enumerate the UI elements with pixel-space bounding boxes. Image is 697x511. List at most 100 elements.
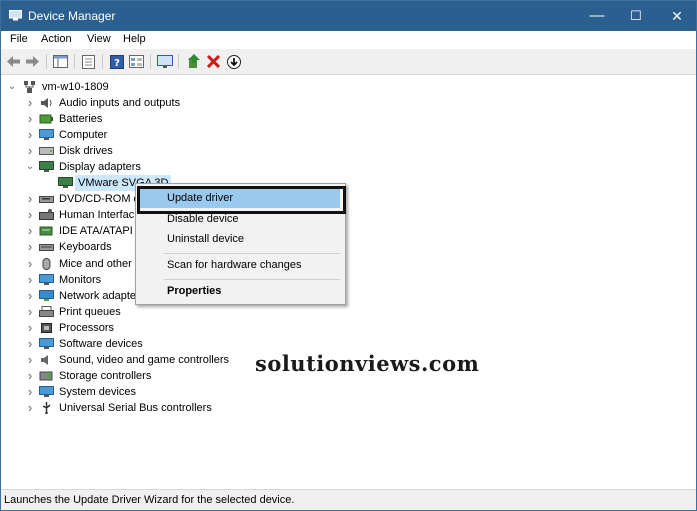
chevron-down-icon[interactable]: ⌄ <box>25 159 35 175</box>
tree-node-label: Print queues <box>59 306 121 318</box>
help-icon[interactable]: ? <box>108 53 125 70</box>
computer-icon <box>39 129 54 140</box>
toolbar: ? <box>1 49 696 75</box>
menu-separator <box>164 253 340 254</box>
tree-node[interactable]: › System devices <box>25 384 445 400</box>
display-adapter-icon <box>39 161 54 172</box>
maximize-button[interactable]: ☐ <box>613 1 659 31</box>
device-manager-app-icon <box>9 10 22 21</box>
menu-disable-device[interactable]: Disable device <box>139 209 340 229</box>
tree-root[interactable]: ⌄ vm-w10-1809 <box>7 79 207 95</box>
computer-network-icon <box>24 81 35 93</box>
device-manager-window: Device Manager — ☐ ✕ File Action View He… <box>0 0 697 511</box>
chevron-right-icon[interactable]: › <box>25 95 35 111</box>
tree-node-label: Network adapte <box>59 290 137 302</box>
chevron-right-icon[interactable]: › <box>25 272 35 288</box>
menu-file[interactable]: File <box>10 33 28 45</box>
properties-sheet-icon[interactable] <box>80 53 97 70</box>
chevron-right-icon[interactable]: › <box>25 352 35 368</box>
menu-bar: File Action View Help <box>1 31 696 49</box>
menu-scan-hardware[interactable]: Scan for hardware changes <box>139 255 340 275</box>
keyboard-hid-icon <box>39 209 54 220</box>
chevron-right-icon[interactable]: › <box>25 320 35 336</box>
chevron-right-icon[interactable]: › <box>25 191 35 207</box>
chevron-right-icon[interactable]: › <box>25 207 35 223</box>
menu-action[interactable]: Action <box>41 33 72 45</box>
forward-arrow-icon[interactable] <box>24 53 41 70</box>
keyboard-icon <box>39 244 54 251</box>
tree-node[interactable]: › Disk drives <box>25 143 445 159</box>
ide-controller-icon <box>39 226 53 236</box>
monitor-icon <box>39 274 54 285</box>
tree-node[interactable]: › Audio inputs and outputs <box>25 95 445 111</box>
back-arrow-icon[interactable] <box>5 53 22 70</box>
chevron-right-icon[interactable]: › <box>25 368 35 384</box>
menu-scan-hardware-label: Scan for hardware changes <box>167 259 302 271</box>
view-details-icon[interactable] <box>128 53 145 70</box>
tree-node-label: Storage controllers <box>59 370 152 382</box>
menu-uninstall-device-label: Uninstall device <box>167 233 245 245</box>
printer-icon <box>39 306 54 317</box>
status-text: Launches the Update Driver Wizard for th… <box>4 494 295 506</box>
menu-help[interactable]: Help <box>123 33 146 45</box>
tree-node[interactable]: › Universal Serial Bus controllers <box>25 400 445 416</box>
tree-node-label: Software devices <box>59 338 143 350</box>
menu-disable-device-label: Disable device <box>167 213 239 225</box>
software-device-icon <box>39 338 54 349</box>
close-button[interactable]: ✕ <box>654 1 696 31</box>
tree-node[interactable]: ⌄ Display adapters <box>25 159 445 175</box>
tree-node-label: System devices <box>59 386 137 398</box>
tree-node-label: Disk drives <box>59 145 113 157</box>
tree-node[interactable]: › Processors <box>25 320 445 336</box>
title-bar[interactable]: Device Manager — ☐ ✕ <box>1 1 696 31</box>
scan-hardware-monitor-icon[interactable] <box>156 53 173 70</box>
tree-root-label: vm-w10-1809 <box>42 81 109 93</box>
show-hide-console-tree-icon[interactable] <box>52 53 69 70</box>
window-title: Device Manager <box>28 9 116 23</box>
tree-node-label: IDE ATA/ATAPI c <box>59 225 142 237</box>
status-bar: Launches the Update Driver Wizard for th… <box>1 489 696 510</box>
chevron-right-icon[interactable]: › <box>25 111 35 127</box>
chevron-right-icon[interactable]: › <box>25 288 35 304</box>
dvd-drive-icon <box>39 196 54 203</box>
chevron-right-icon[interactable]: › <box>25 256 35 272</box>
menu-update-driver[interactable]: Update driver <box>137 186 346 214</box>
tree-node-label: Audio inputs and outputs <box>59 97 181 109</box>
chevron-down-icon[interactable]: ⌄ <box>7 79 17 95</box>
tree-node-label: Universal Serial Bus controllers <box>59 402 212 414</box>
chevron-right-icon[interactable]: › <box>25 304 35 320</box>
tree-node-label: Sound, video and game controllers <box>59 354 229 366</box>
chevron-right-icon[interactable]: › <box>25 239 35 255</box>
chevron-right-icon[interactable]: › <box>25 127 35 143</box>
menu-properties-label: Properties <box>167 285 222 297</box>
chevron-right-icon[interactable]: › <box>25 336 35 352</box>
tree-node[interactable]: › Computer <box>25 127 445 143</box>
chevron-right-icon[interactable]: › <box>25 223 35 239</box>
menu-view[interactable]: View <box>87 33 111 45</box>
chevron-right-icon[interactable]: › <box>25 143 35 159</box>
tree-node[interactable]: › Batteries <box>25 111 445 127</box>
menu-uninstall-device[interactable]: Uninstall device <box>139 229 340 249</box>
tree-node[interactable]: › Print queues <box>25 304 445 320</box>
menu-properties[interactable]: Properties <box>139 281 340 301</box>
mouse-icon <box>42 258 51 270</box>
tree-node-label: Keyboards <box>59 241 112 253</box>
tree-node-label: Computer <box>59 129 108 141</box>
tree-node-label: Processors <box>59 322 115 334</box>
tree-node[interactable]: › Software devices <box>25 336 445 352</box>
speaker-icon <box>41 98 52 108</box>
chevron-right-icon[interactable]: › <box>25 400 35 416</box>
tree-node-label: Display adapters <box>59 161 141 173</box>
tree-node-label: Mice and other p <box>59 258 141 270</box>
tree-node-label: Human Interfac <box>59 209 135 221</box>
network-adapter-icon <box>39 290 54 301</box>
usb-icon <box>42 402 51 414</box>
processor-icon <box>41 323 52 333</box>
disk-drive-icon <box>39 147 54 155</box>
add-driver-icon[interactable] <box>186 53 203 70</box>
chevron-right-icon[interactable]: › <box>25 384 35 400</box>
uninstall-x-icon[interactable] <box>205 53 222 70</box>
download-arrow-icon[interactable] <box>225 53 242 70</box>
menu-separator <box>164 279 340 280</box>
context-menu: Update driver Disable device Uninstall d… <box>135 183 346 305</box>
